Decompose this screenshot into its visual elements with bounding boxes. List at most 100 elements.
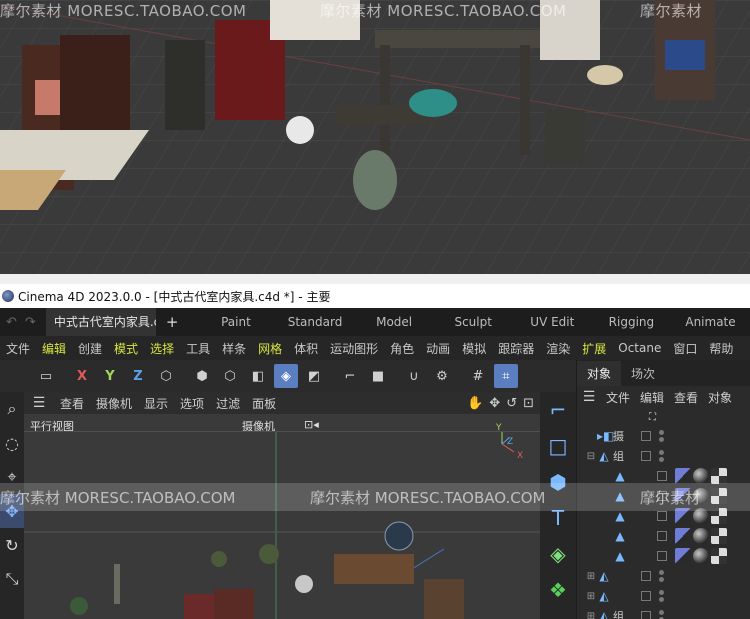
- live-selection-icon[interactable]: ◌: [0, 426, 24, 460]
- tab-objects[interactable]: 对象: [577, 361, 622, 386]
- menu-item[interactable]: 角色: [384, 340, 420, 357]
- snap-magnet-icon[interactable]: ∪: [402, 364, 426, 388]
- viewport-menu-options[interactable]: 选项: [174, 395, 210, 412]
- menu-item[interactable]: 模拟: [456, 340, 492, 357]
- viewport-menu-camera[interactable]: 摄像机: [90, 395, 138, 412]
- menu-item[interactable]: 跟踪器: [492, 340, 540, 357]
- object-row[interactable]: ⊟ ◭ 组: [577, 446, 750, 466]
- viewport-solo-icon[interactable]: ▭: [34, 364, 58, 388]
- menu-item[interactable]: 样条: [216, 340, 252, 357]
- visibility-dots-icon[interactable]: [659, 610, 664, 619]
- lock-x-axis-button[interactable]: X: [70, 364, 94, 388]
- layout-tab-rigging[interactable]: Rigging: [592, 315, 671, 329]
- menu-item[interactable]: 扩展: [576, 340, 612, 357]
- phong-tag-icon[interactable]: [675, 548, 691, 564]
- layout-tab-paint[interactable]: Paint: [196, 315, 275, 329]
- menu-item[interactable]: 渲染: [540, 340, 576, 357]
- menu-item[interactable]: 动画: [420, 340, 456, 357]
- snap-settings-icon[interactable]: ⚙: [430, 364, 454, 388]
- layout-tab-uv-edit[interactable]: UV Edit: [513, 315, 592, 329]
- lock-z-axis-button[interactable]: Z: [126, 364, 150, 388]
- redo-arrow-icon[interactable]: ↷: [25, 315, 36, 330]
- checkbox-icon[interactable]: [641, 431, 651, 441]
- om-menu-object[interactable]: 对象: [703, 389, 737, 406]
- grid-snap-icon[interactable]: #: [466, 364, 490, 388]
- menu-item[interactable]: 窗口: [667, 340, 703, 357]
- menu-item[interactable]: 工具: [180, 340, 216, 357]
- generator-icon[interactable]: ◈: [540, 536, 576, 572]
- maximize-view-icon[interactable]: ⊡: [523, 396, 534, 411]
- polygons-mode-icon[interactable]: ◧: [246, 364, 270, 388]
- viewport-menu-filter[interactable]: 过滤: [210, 395, 246, 412]
- checkbox-icon[interactable]: [641, 611, 651, 619]
- layout-tab-sculpt[interactable]: Sculpt: [434, 315, 513, 329]
- visibility-dots-icon[interactable]: [659, 430, 664, 442]
- material-tag-icon[interactable]: [693, 468, 709, 484]
- menu-item[interactable]: 选择: [144, 340, 180, 357]
- menu-item[interactable]: Octane: [612, 341, 667, 355]
- menu-item[interactable]: 模式: [108, 340, 144, 357]
- cloner-icon[interactable]: ❖: [540, 572, 576, 608]
- menu-item[interactable]: 运动图形: [324, 340, 384, 357]
- visibility-dots-icon[interactable]: [659, 450, 664, 462]
- camera-toggle-icon[interactable]: ⊡◂: [304, 418, 319, 431]
- object-row[interactable]: ▸◧ 摄: [577, 426, 750, 446]
- tab-takes[interactable]: 场次: [621, 361, 665, 386]
- orbit-view-icon[interactable]: ↺: [506, 396, 517, 411]
- object-row[interactable]: ⊞ ◭: [577, 586, 750, 606]
- visibility-dots-icon[interactable]: [659, 590, 664, 602]
- expand-toggle[interactable]: ⊞: [585, 611, 597, 619]
- viewport-menu-view[interactable]: 查看: [54, 395, 90, 412]
- material-tag-icon[interactable]: [693, 548, 709, 564]
- menu-item[interactable]: 编辑: [36, 340, 72, 357]
- object-row[interactable]: ⊞ ◭: [577, 566, 750, 586]
- object-row[interactable]: ▲: [577, 526, 750, 546]
- checkbox-icon[interactable]: [641, 451, 651, 461]
- viewport-menu-display[interactable]: 显示: [138, 395, 174, 412]
- checkbox-icon[interactable]: [641, 571, 651, 581]
- visibility-dots-icon[interactable]: [659, 570, 664, 582]
- texture-tag-icon[interactable]: [711, 528, 727, 544]
- undo-arrow-icon[interactable]: ↶: [6, 315, 17, 330]
- edges-mode-icon[interactable]: ⬡: [218, 364, 242, 388]
- om-menu-icon[interactable]: ☰: [577, 389, 601, 405]
- checkbox-icon[interactable]: [641, 591, 651, 601]
- expand-toggle[interactable]: ⊞: [585, 591, 597, 602]
- viewport-3d[interactable]: Y Z X 平行视图 摄像机 ⊡◂: [24, 414, 540, 619]
- document-tab[interactable]: 中式古代室内家具.c4d: [45, 308, 156, 336]
- om-menu-file[interactable]: 文件: [601, 389, 635, 406]
- rotate-tool-icon[interactable]: ↻: [0, 528, 24, 562]
- points-mode-icon[interactable]: ⬢: [190, 364, 214, 388]
- axis-mode-icon[interactable]: ⌐: [338, 364, 362, 388]
- spline-pen-icon[interactable]: ⌐: [540, 392, 576, 428]
- menu-item[interactable]: 网格: [252, 340, 288, 357]
- texture-tag-icon[interactable]: [711, 468, 727, 484]
- viewport-menu-icon[interactable]: ☰: [24, 395, 54, 411]
- expand-toggle[interactable]: ⊟: [585, 451, 597, 462]
- menu-item[interactable]: 帮助: [703, 340, 739, 357]
- om-menu-view[interactable]: 查看: [669, 389, 703, 406]
- scale-tool-icon[interactable]: ⤡: [0, 562, 24, 596]
- phong-tag-icon[interactable]: [675, 528, 691, 544]
- phong-tag-icon[interactable]: [675, 468, 691, 484]
- enable-axis-icon[interactable]: ■: [366, 364, 390, 388]
- layout-tab-model[interactable]: Model: [355, 315, 434, 329]
- layout-tab-animate[interactable]: Animate: [671, 315, 750, 329]
- om-filter-icon[interactable]: ⛶: [649, 412, 656, 423]
- pan-hand-icon[interactable]: ✋: [467, 396, 483, 411]
- model-mode-icon[interactable]: ◈: [274, 364, 298, 388]
- texture-mode-icon[interactable]: ◩: [302, 364, 326, 388]
- workplane-icon[interactable]: ⌗: [494, 364, 518, 388]
- menu-item[interactable]: 文件: [0, 340, 36, 357]
- checkbox-icon[interactable]: [657, 531, 667, 541]
- object-row[interactable]: ⊞ ◭ 组: [577, 606, 750, 619]
- rectangle-spline-icon[interactable]: □: [540, 428, 576, 464]
- coordinate-system-icon[interactable]: ⬡: [154, 364, 178, 388]
- texture-tag-icon[interactable]: [711, 548, 727, 564]
- menu-item[interactable]: 创建: [72, 340, 108, 357]
- om-menu-edit[interactable]: 编辑: [635, 389, 669, 406]
- checkbox-icon[interactable]: [657, 551, 667, 561]
- expand-toggle[interactable]: ⊞: [585, 571, 597, 582]
- checkbox-icon[interactable]: [657, 511, 667, 521]
- search-icon[interactable]: ⌕: [0, 392, 24, 426]
